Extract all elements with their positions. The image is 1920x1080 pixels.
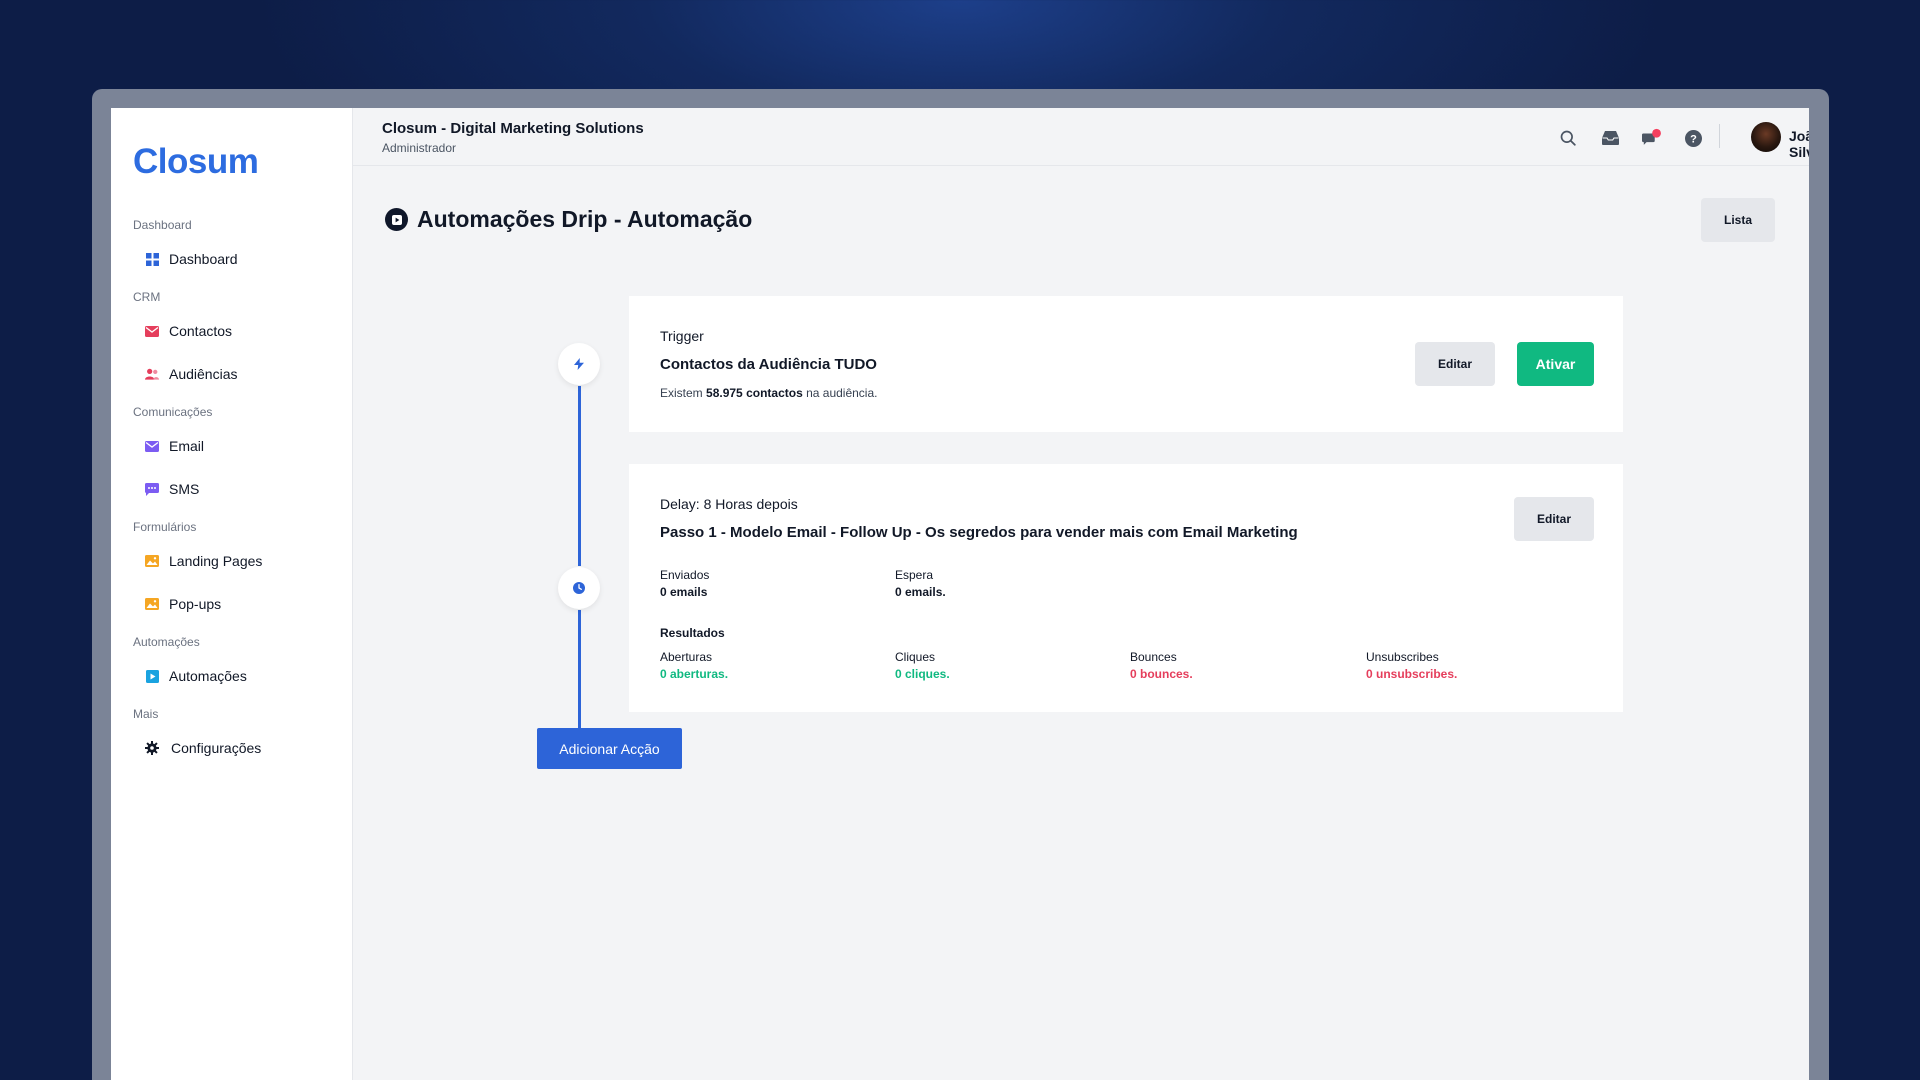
activate-button[interactable]: Ativar: [1517, 342, 1594, 386]
result-label: Unsubscribes: [1366, 650, 1439, 664]
image-icon: [145, 554, 159, 568]
avatar[interactable]: [1751, 122, 1781, 152]
stat-value: 0 emails: [660, 585, 708, 599]
image-icon: [145, 597, 159, 611]
sidebar-item-sms[interactable]: SMS: [145, 474, 199, 504]
mail-icon: [145, 439, 159, 453]
edit-trigger-button[interactable]: Editar: [1415, 342, 1495, 386]
sidebar-item-configuracoes[interactable]: Configurações: [145, 733, 261, 763]
clock-icon: [573, 582, 585, 594]
sidebar-item-label: Email: [169, 438, 205, 454]
timeline-node-delay: [558, 567, 600, 609]
sidebar: Closum Dashboard Dashboard CRM Contactos…: [111, 108, 353, 1080]
sidebar-section-crm: CRM: [133, 290, 161, 304]
result-value: 0 unsubscribes.: [1366, 667, 1458, 681]
gear-icon: [145, 741, 159, 755]
sidebar-item-automacoes[interactable]: Automações: [145, 661, 247, 691]
svg-text:?: ?: [1690, 133, 1697, 145]
sidebar-section-formularios: Formulários: [133, 520, 197, 534]
user-role: Administrador: [382, 141, 457, 155]
page-title: Automações Drip - Automação: [417, 206, 753, 232]
delay-label: Delay: 8 Horas depois: [660, 496, 798, 512]
result-value: 0 aberturas.: [660, 667, 729, 681]
search-icon[interactable]: [1558, 128, 1578, 148]
edit-step-button[interactable]: Editar: [1514, 497, 1594, 541]
sidebar-item-label: Configurações: [171, 740, 262, 756]
sidebar-section-comunicacoes: Comunicações: [133, 405, 213, 419]
company-name: Closum - Digital Marketing Solutions: [382, 120, 644, 137]
chat-icon: [145, 482, 159, 496]
result-unsubscribes: Unsubscribes 0 unsubscribes.: [1366, 650, 1457, 681]
lightning-icon: [574, 358, 584, 370]
result-label: Aberturas: [660, 650, 713, 664]
sidebar-item-label: Landing Pages: [169, 553, 263, 569]
sidebar-item-label: SMS: [169, 481, 200, 497]
users-icon: [145, 367, 159, 381]
closum-logo[interactable]: Closum: [133, 142, 259, 182]
sidebar-section-dashboard: Dashboard: [133, 218, 192, 232]
desc-text: Existem: [660, 386, 703, 400]
result-label: Bounces: [1130, 650, 1177, 664]
page-heading: Automações Drip - Automação: [385, 206, 752, 233]
trigger-description: Existem 58.975 contactos na audiência.: [660, 386, 877, 400]
sidebar-item-label: Pop-ups: [169, 596, 222, 612]
sidebar-item-dashboard[interactable]: Dashboard: [145, 244, 238, 274]
result-label: Cliques: [895, 650, 936, 664]
step-card: Delay: 8 Horas depois Passo 1 - Modelo E…: [629, 464, 1623, 712]
result-value: 0 cliques.: [895, 667, 950, 681]
timeline-connector: [578, 386, 581, 566]
timeline-connector: [578, 610, 581, 728]
sidebar-item-audiencias[interactable]: Audiências: [145, 359, 238, 389]
add-action-button[interactable]: Adicionar Acção: [537, 728, 682, 769]
results-label: Resultados: [660, 626, 725, 640]
contacts-count: 58.975 contactos: [706, 386, 803, 400]
sidebar-item-label: Dashboard: [169, 251, 238, 267]
stat-label: Enviados: [660, 568, 710, 582]
result-value: 0 bounces.: [1130, 667, 1193, 681]
sidebar-item-contactos[interactable]: Contactos: [145, 316, 232, 346]
result-cliques: Cliques 0 cliques.: [895, 650, 950, 681]
sidebar-item-label: Contactos: [169, 323, 233, 339]
envelope-icon: [145, 324, 159, 338]
step-heading: Passo 1 - Modelo Email - Follow Up - Os …: [660, 524, 1298, 541]
sidebar-item-label: Audiências: [169, 366, 238, 382]
play-circle-icon: [385, 208, 408, 231]
sidebar-section-mais: Mais: [133, 707, 159, 721]
trigger-heading: Contactos da Audiência TUDO: [660, 356, 877, 373]
app-screen: Closum Dashboard Dashboard CRM Contactos…: [111, 108, 1809, 1080]
stat-value: 0 emails.: [895, 585, 946, 599]
list-button[interactable]: Lista: [1701, 198, 1775, 242]
sidebar-item-landing-pages[interactable]: Landing Pages: [145, 546, 262, 576]
chat-notifications-icon[interactable]: [1642, 128, 1662, 148]
sidebar-item-email[interactable]: Email: [145, 431, 204, 461]
trigger-label: Trigger: [660, 328, 704, 344]
result-bounces: Bounces 0 bounces.: [1130, 650, 1193, 681]
stat-espera: Espera 0 emails.: [895, 568, 946, 599]
sidebar-item-label: Automações: [169, 668, 247, 684]
top-header: Closum - Digital Marketing Solutions Adm…: [353, 108, 1809, 166]
sidebar-item-pop-ups[interactable]: Pop-ups: [145, 589, 221, 619]
inbox-icon[interactable]: [1600, 128, 1620, 148]
desc-text: na audiência.: [806, 386, 878, 400]
timeline-node-trigger: [558, 343, 600, 385]
result-aberturas: Aberturas 0 aberturas.: [660, 650, 728, 681]
play-square-icon: [145, 669, 159, 683]
grid-icon: [145, 252, 159, 266]
help-icon[interactable]: ?: [1683, 128, 1703, 148]
sidebar-section-automacoes: Automações: [133, 635, 200, 649]
stat-label: Espera: [895, 568, 934, 582]
stat-enviados: Enviados 0 emails: [660, 568, 709, 599]
header-divider: [1719, 124, 1720, 148]
user-name[interactable]: João Silva: [1789, 128, 1809, 160]
trigger-card: Trigger Contactos da Audiência TUDO Exis…: [629, 296, 1623, 432]
